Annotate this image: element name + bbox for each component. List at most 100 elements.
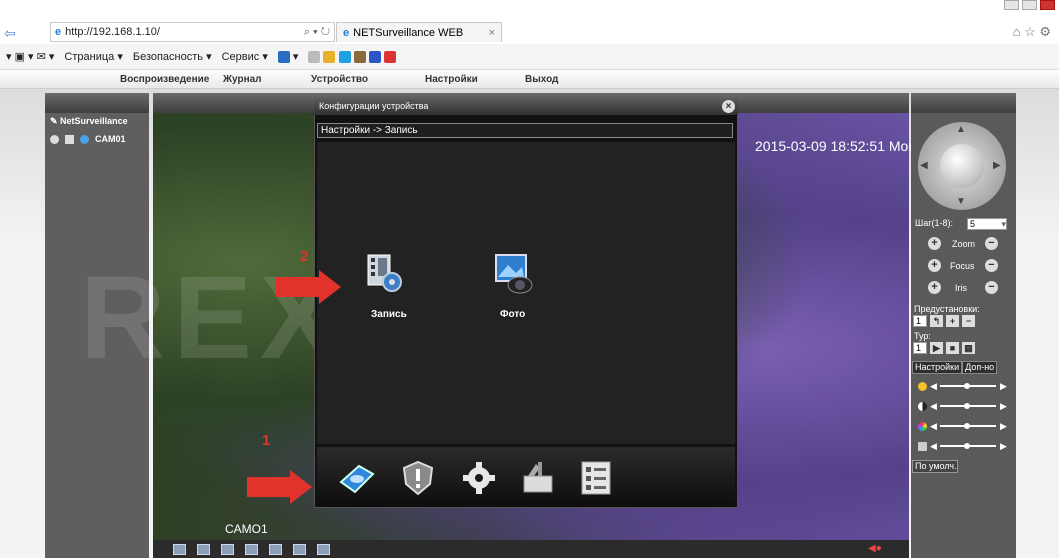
- chevron-down-icon: ▾: [1001, 219, 1006, 229]
- video-camera-name: CAMO1: [225, 522, 268, 536]
- ie-tab-icon: e: [343, 26, 350, 39]
- photo-settings-icon[interactable]: [492, 251, 536, 295]
- preset-input[interactable]: 1: [913, 315, 927, 327]
- tour-stop-icon[interactable]: ■: [946, 342, 959, 354]
- record-icon[interactable]: [50, 134, 59, 144]
- annotation-number-1: 1: [262, 432, 271, 449]
- annotation-arrow-2-body: [276, 277, 320, 297]
- tour-input[interactable]: 1: [913, 342, 927, 354]
- info-list-icon[interactable]: [576, 458, 616, 498]
- system-gear-icon[interactable]: [459, 458, 499, 498]
- ie-icon: e: [55, 26, 62, 38]
- tab-netsurveillance[interactable]: e NETSurveillance WEB ×: [336, 22, 502, 42]
- zoom-in-icon[interactable]: +: [928, 237, 941, 250]
- video-timestamp: 2015-03-09 18:52:51 Mon: [755, 138, 917, 154]
- brightness-slider[interactable]: ◀ ▶: [918, 380, 1008, 392]
- camera-label: CAM01: [95, 134, 126, 144]
- fullscreen-icon[interactable]: [173, 543, 186, 555]
- menu-settings[interactable]: Настройки: [425, 74, 478, 85]
- speaker-icon[interactable]: ◀●: [868, 543, 882, 554]
- preset-add-icon[interactable]: +: [946, 315, 959, 327]
- ptz-down-icon[interactable]: ▼: [956, 196, 966, 207]
- zoom-out-icon[interactable]: −: [985, 237, 998, 250]
- ptz-right-icon[interactable]: ▶: [993, 160, 1001, 171]
- record-settings-icon[interactable]: [362, 251, 406, 295]
- ptz-left-icon[interactable]: ◀: [920, 160, 928, 171]
- saturation-icon: [918, 422, 927, 431]
- single-view-icon[interactable]: [197, 543, 210, 555]
- iris-label: Iris: [955, 283, 967, 293]
- ptz-up-icon[interactable]: ▲: [956, 124, 966, 135]
- hue-slider[interactable]: ◀ ▶: [918, 440, 1008, 452]
- tab-extra[interactable]: Доп-но: [962, 361, 998, 374]
- photo-label[interactable]: Фото: [500, 309, 525, 320]
- device-tree-root[interactable]: ✎ NetSurveillance: [50, 116, 128, 127]
- camera-status-icon: [80, 134, 89, 144]
- focus-in-icon[interactable]: +: [928, 259, 941, 272]
- tour-grid-icon[interactable]: ▦: [962, 342, 975, 354]
- address-bar[interactable]: e http://192.168.1.10/ ⌕ ▾ ↻: [50, 22, 335, 42]
- step-value: 5: [970, 219, 976, 229]
- focus-label: Focus: [950, 261, 975, 271]
- four-view-icon[interactable]: [221, 543, 234, 555]
- annotation-number-2: 2: [300, 248, 309, 265]
- back-forward-icon[interactable]: ⇦: [4, 25, 16, 42]
- browser-address-area: ⇦ e http://192.168.1.10/ ⌕ ▾ ↻ e NETSurv…: [0, 0, 1059, 44]
- stop-record-icon[interactable]: [317, 543, 330, 555]
- dialog-close-icon[interactable]: ×: [722, 100, 735, 113]
- menu-log[interactable]: Журнал: [223, 74, 262, 85]
- cmd-page[interactable]: Страница ▾: [64, 50, 122, 63]
- menu-exit[interactable]: Выход: [525, 74, 558, 85]
- minimize-icon[interactable]: [1004, 0, 1019, 10]
- maximize-icon[interactable]: [1022, 0, 1037, 10]
- dialog-breadcrumb: Настройки -> Запись: [317, 123, 733, 138]
- tab-close-icon[interactable]: ×: [489, 27, 495, 39]
- video-toolbar: [153, 540, 909, 558]
- contrast-icon: [918, 402, 927, 411]
- tab-settings[interactable]: Настройки: [912, 361, 963, 374]
- iris-in-icon[interactable]: +: [928, 281, 941, 294]
- close-window-icon[interactable]: [1040, 0, 1055, 10]
- search-icon[interactable]: ⌕ ▾ ↻: [304, 26, 330, 39]
- hue-icon: [918, 442, 927, 451]
- management-tools-icon[interactable]: [518, 458, 558, 498]
- record-config-icon[interactable]: [337, 458, 377, 498]
- zoom-label: Zoom: [952, 239, 976, 249]
- window-controls: [1004, 0, 1055, 10]
- record-video-icon[interactable]: [245, 543, 258, 555]
- cmd-tools[interactable]: Сервис ▾: [222, 50, 268, 63]
- contrast-slider[interactable]: ◀ ▶: [918, 400, 1008, 412]
- tab-title: NETSurveillance WEB: [353, 26, 464, 39]
- focus-out-icon[interactable]: −: [985, 259, 998, 272]
- menu-playback[interactable]: Воспроизведение: [120, 74, 209, 85]
- annotation-arrow-1-body: [247, 477, 291, 497]
- saturation-slider[interactable]: ◀ ▶: [918, 420, 1008, 432]
- preset-goto-icon[interactable]: ↰: [930, 315, 943, 327]
- cmd-security[interactable]: Безопасность ▾: [133, 50, 212, 63]
- wrench-icon: ✎: [50, 116, 61, 126]
- playback-icon[interactable]: [293, 543, 306, 555]
- tour-label: Тур:: [914, 331, 931, 341]
- ptz-header: [911, 93, 1016, 113]
- record-label[interactable]: Запись: [371, 309, 407, 320]
- tour-play-icon[interactable]: ▶: [930, 342, 943, 354]
- snapshot-icon[interactable]: [269, 543, 282, 555]
- ptz-center-button[interactable]: [940, 144, 984, 188]
- annotation-arrow-2-icon: [319, 270, 341, 304]
- alarm-shield-icon[interactable]: [398, 458, 438, 498]
- menu-device[interactable]: Устройство: [311, 74, 368, 85]
- url-text: http://192.168.1.10/: [65, 26, 160, 38]
- default-button[interactable]: По умолч.: [912, 460, 958, 473]
- preset-remove-icon[interactable]: −: [962, 315, 975, 327]
- addon-icons[interactable]: [308, 50, 396, 63]
- command-bar: ▾ ▣ ▾ ✉ ▾ Страница ▾ Безопасность ▾ Серв…: [0, 44, 1059, 70]
- home-star-gear-icons[interactable]: ⌂ ☆ ⚙: [1013, 24, 1051, 40]
- play-icon[interactable]: [65, 134, 74, 144]
- iris-out-icon[interactable]: −: [985, 281, 998, 294]
- toolbar-icons-left[interactable]: ▾ ▣ ▾ ✉ ▾: [6, 50, 54, 63]
- brightness-icon: [918, 382, 927, 391]
- help-icon[interactable]: ▾: [277, 50, 298, 64]
- camera-row[interactable]: CAM01: [50, 134, 126, 144]
- device-name: NetSurveillance: [60, 116, 128, 126]
- step-select[interactable]: 5 ▾: [967, 218, 1007, 230]
